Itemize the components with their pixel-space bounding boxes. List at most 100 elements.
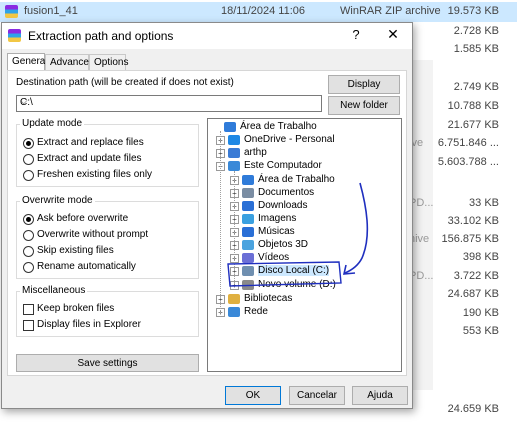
tree-node-label: Área de Trabalho [240, 121, 317, 132]
tree-node-label: Disco Local (C:) [258, 265, 330, 276]
pictures-icon [242, 214, 254, 224]
dialog-titlebar[interactable]: Extraction path and options ? ✕ [2, 23, 412, 49]
miscellaneous-group: Miscellaneous Keep broken files Display … [16, 285, 199, 337]
radio-overwrite-without-prompt[interactable] [23, 230, 34, 241]
display-in-explorer-label[interactable]: Display files in Explorer [37, 319, 141, 330]
overwrite-mode-group: Overwrite mode Ask before overwrite Over… [16, 195, 199, 279]
documents-icon [242, 188, 254, 198]
checkbox-display-in-explorer[interactable] [23, 320, 34, 331]
tree-node-label: Documentos [258, 187, 315, 198]
radio-skip-existing[interactable] [23, 246, 34, 257]
tree-node[interactable]: + Rede [216, 306, 396, 319]
tree-node-label: Objetos 3D [258, 239, 309, 250]
tree-node-label: Músicas [258, 226, 295, 237]
tab-advanced[interactable]: Advanced [45, 54, 94, 70]
tree-node[interactable]: + Objetos 3D [230, 239, 410, 252]
checkbox-keep-broken-files[interactable] [23, 304, 34, 315]
file-row[interactable]: fusion1_41 18/11/2024 11:06 WinRAR ZIP arc… [0, 2, 517, 22]
tree-node[interactable]: + arthp [216, 147, 396, 160]
overwrite-mode-title: Overwrite mode [20, 195, 95, 206]
winrar-icon [8, 29, 21, 42]
download-icon [242, 201, 254, 211]
file-name: fusion1_41 [24, 5, 78, 17]
file-size: 398 KB [462, 251, 499, 263]
file-size: 24.687 KB [447, 288, 499, 300]
file-size: 2.728 KB [453, 25, 499, 37]
save-settings-button[interactable]: Save settings [16, 354, 199, 372]
help-button[interactable]: Ajuda [352, 386, 408, 405]
freshen-existing-label[interactable]: Freshen existing files only [37, 169, 152, 180]
radio-extract-update[interactable] [23, 154, 34, 165]
tab-options[interactable]: Options [89, 54, 128, 70]
file-type: WinRAR ZIP archive [340, 5, 441, 17]
tree-node-label: Imagens [258, 213, 297, 224]
tree-node[interactable]: + Área de Trabalho [230, 174, 410, 187]
tree-node-label: Vídeos [258, 252, 290, 263]
radio-extract-replace[interactable] [23, 138, 34, 149]
drive-icon [242, 266, 254, 276]
ok-button[interactable]: OK [225, 386, 281, 405]
ok-button-label: OK [245, 390, 261, 401]
file-size: 156.875 KB [441, 233, 500, 245]
tree-node-label: Área de Trabalho [258, 174, 335, 185]
destination-path-combobox[interactable]: C:\ ⌵ [16, 95, 322, 112]
tree-node[interactable]: + Vídeos [230, 252, 410, 265]
radio-freshen-existing[interactable] [23, 170, 34, 181]
tree-node[interactable]: + OneDrive - Personal [216, 134, 396, 147]
display-button[interactable]: Display [328, 75, 400, 94]
file-size: 553 KB [462, 325, 499, 337]
tree-node-label: Bibliotecas [244, 293, 293, 304]
folder-tree[interactable]: Área de Trabalho + OneDrive - Personal + art… [207, 118, 402, 372]
extraction-dialog: Extraction path and options ? ✕ General … [1, 22, 413, 409]
tree-node[interactable]: + Downloads [230, 200, 410, 213]
cloud-icon [228, 135, 240, 145]
miscellaneous-title: Miscellaneous [20, 285, 88, 296]
tree-node-label: Este Computador [244, 160, 322, 171]
chevron-down-icon[interactable]: ⌵ [20, 96, 319, 107]
tree-node[interactable]: + Imagens [230, 213, 410, 226]
user-icon [228, 148, 240, 158]
file-size: 10.788 KB [447, 100, 499, 112]
keep-broken-files-label[interactable]: Keep broken files [37, 303, 114, 314]
drive-icon [242, 280, 254, 290]
tree-node[interactable]: − Este Computador [216, 160, 396, 173]
new-folder-button[interactable]: New folder [328, 96, 400, 115]
overwrite-without-prompt-label[interactable]: Overwrite without prompt [37, 229, 148, 240]
file-size: 19.573 KB [447, 5, 499, 17]
tree-node[interactable]: + Bibliotecas [216, 293, 396, 306]
tree-node[interactable]: + Documentos [230, 187, 410, 200]
update-mode-group: Update mode Extract and replace files Ex… [16, 118, 199, 187]
file-size: 3.722 KB [453, 270, 499, 282]
tree-node[interactable]: Área de Trabalho [212, 121, 392, 134]
tree-node-label: Downloads [258, 200, 308, 211]
cube-icon [242, 240, 254, 250]
rename-automatically-label[interactable]: Rename automatically [37, 261, 136, 272]
extract-update-label[interactable]: Extract and update files [37, 153, 142, 164]
extract-replace-label[interactable]: Extract and replace files [37, 137, 144, 148]
file-size: 1.585 KB [453, 43, 499, 55]
video-icon [242, 253, 254, 263]
skip-existing-label[interactable]: Skip existing files [37, 245, 114, 256]
close-button[interactable]: ✕ [382, 26, 404, 46]
radio-rename-automatically[interactable] [23, 262, 34, 273]
cancel-button[interactable]: Cancelar [289, 386, 345, 405]
computer-icon [228, 161, 240, 171]
music-icon [242, 227, 254, 237]
help-title-button[interactable]: ? [346, 27, 366, 45]
tree-connector-line [220, 131, 221, 313]
file-size: 5.603.788 ... [437, 156, 499, 168]
radio-ask-before-overwrite[interactable] [23, 214, 34, 225]
tree-connector-line [234, 171, 235, 283]
tree-node-label: Rede [244, 306, 268, 317]
file-size: 33.102 KB [447, 215, 499, 227]
tree-node[interactable]: + Disco Local (C:) [230, 265, 410, 278]
tab-general[interactable]: General [7, 53, 48, 71]
update-mode-title: Update mode [20, 118, 85, 129]
tree-node[interactable]: + Novo volume (D:) [230, 279, 410, 292]
file-size: 2.749 KB [453, 81, 499, 93]
dialog-title: Extraction path and options [28, 29, 174, 43]
tree-node[interactable]: + Músicas [230, 226, 410, 239]
ask-before-overwrite-label[interactable]: Ask before overwrite [37, 213, 128, 224]
file-size: 190 KB [462, 307, 499, 319]
archive-file-icon [5, 5, 18, 18]
